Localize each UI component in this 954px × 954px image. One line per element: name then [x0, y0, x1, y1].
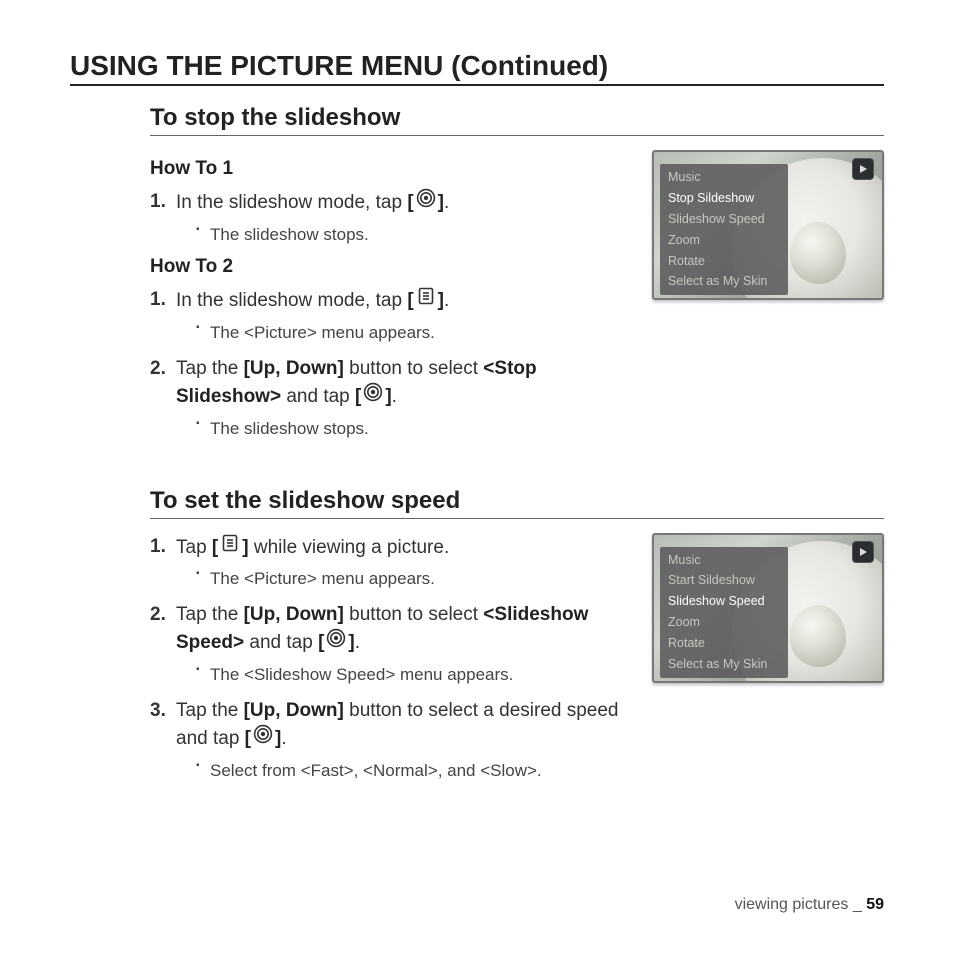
step: 2.Tap the [Up, Down] button to select <S… — [150, 601, 628, 657]
step: 3.Tap the [Up, Down] button to select a … — [150, 697, 628, 753]
picture-menu-overlay: MusicStart SildeshowSlideshow SpeedZoomR… — [660, 547, 788, 678]
play-icon — [852, 541, 874, 563]
menu-item: Zoom — [660, 230, 788, 251]
device-screenshot: MusicStop SildeshowSlideshow SpeedZoomRo… — [652, 150, 884, 300]
menu-item: Select as My Skin — [660, 654, 788, 675]
menu-item: Start Sildeshow — [660, 570, 788, 591]
menu-item: Slideshow Speed — [660, 591, 788, 612]
device-screenshot: MusicStart SildeshowSlideshow SpeedZoomR… — [652, 533, 884, 683]
play-icon — [852, 158, 874, 180]
menu-item: Stop Sildeshow — [660, 188, 788, 209]
section-body: 1.Tap [] while viewing a picture. The <Pi… — [150, 533, 628, 793]
howto-label: How To 2 — [150, 256, 628, 278]
menu-item: Rotate — [660, 633, 788, 654]
step: 1.Tap [] while viewing a picture. — [150, 533, 628, 562]
select-icon — [253, 724, 273, 744]
step: 1.In the slideshow mode, tap []. — [150, 286, 628, 315]
step-text: Tap the [Up, Down] button to select <Sli… — [176, 601, 628, 657]
step-text: Tap [] while viewing a picture. — [176, 533, 628, 562]
select-icon — [326, 628, 346, 648]
step-number: 1. — [150, 286, 176, 314]
menu-item: Music — [660, 550, 788, 571]
step-text: Tap the [Up, Down] button to select a de… — [176, 697, 628, 753]
step-number: 2. — [150, 601, 176, 629]
menu-item: Zoom — [660, 612, 788, 633]
select-icon — [363, 382, 383, 402]
step: 2.Tap the [Up, Down] button to select <S… — [150, 355, 628, 411]
menu-icon — [220, 533, 240, 553]
step-text: In the slideshow mode, tap []. — [176, 188, 628, 217]
menu-item: Rotate — [660, 251, 788, 272]
menu-item: Slideshow Speed — [660, 209, 788, 230]
step-note: The <Slideshow Speed> menu appears. — [196, 663, 628, 687]
step-text: Tap the [Up, Down] button to select <Sto… — [176, 355, 628, 411]
page-footer: viewing pictures _ 59 — [735, 896, 884, 914]
section-heading: To set the slideshow speed — [150, 487, 884, 519]
step-note: The slideshow stops. — [196, 223, 628, 247]
step: 1.In the slideshow mode, tap []. — [150, 188, 628, 217]
page-content: To stop the slideshowHow To 11.In the sl… — [70, 104, 884, 793]
page-heading: USING THE PICTURE MENU (Continued) — [70, 50, 884, 86]
step-note: Select from <Fast>, <Normal>, and <Slow>… — [196, 759, 628, 783]
step-text: In the slideshow mode, tap []. — [176, 286, 628, 315]
step-number: 1. — [150, 533, 176, 561]
picture-menu-overlay: MusicStop SildeshowSlideshow SpeedZoomRo… — [660, 164, 788, 295]
menu-item: Select as My Skin — [660, 271, 788, 292]
select-icon — [416, 188, 436, 208]
step-note: The slideshow stops. — [196, 417, 628, 441]
footer-label: viewing pictures _ — [735, 896, 867, 913]
step-number: 2. — [150, 355, 176, 383]
section-heading: To stop the slideshow — [150, 104, 884, 136]
menu-item: Music — [660, 167, 788, 188]
step-note: The <Picture> menu appears. — [196, 567, 628, 591]
menu-icon — [416, 286, 436, 306]
step-number: 1. — [150, 188, 176, 216]
section-body: How To 11.In the slideshow mode, tap [].… — [150, 150, 628, 451]
footer-page-number: 59 — [866, 896, 884, 913]
howto-label: How To 1 — [150, 158, 628, 180]
step-note: The <Picture> menu appears. — [196, 321, 628, 345]
step-number: 3. — [150, 697, 176, 725]
